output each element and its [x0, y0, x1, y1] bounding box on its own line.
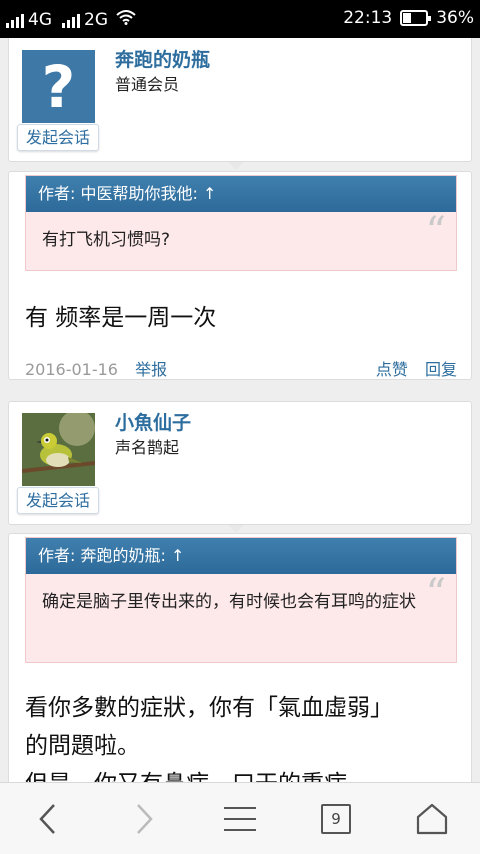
author-card: 发起会话 小魚仙子 声名鹊起	[8, 401, 472, 525]
post-date: 2016-01-16	[25, 360, 118, 379]
reply-link[interactable]: 回复	[425, 360, 457, 379]
quote-text: 有打飞机习惯吗?	[42, 230, 171, 250]
author-role: 普通会员	[115, 75, 180, 94]
question-avatar-icon[interactable]: ?	[22, 50, 95, 123]
like-link[interactable]: 点赞	[376, 360, 408, 379]
bird-avatar[interactable]	[22, 413, 95, 486]
signal-icon	[62, 12, 80, 28]
thread-content: ? 发起会话 奔跑的奶瓶 普通会员 作者: 中医帮助你我他: ↑ “ 有打飞机习…	[0, 38, 480, 782]
network-2g-label: 2G	[84, 9, 108, 30]
post-body: 看你多數的症狀，你有「氣血虛弱」 的問題啦。 但是，你又有鼻病，口干的重病	[25, 689, 465, 782]
start-chat-button[interactable]: 发起会话	[17, 124, 99, 151]
tabs-icon[interactable]: 9	[288, 783, 384, 854]
report-link[interactable]: 举报	[135, 360, 167, 379]
status-bar: 4G 2G 22:13 36%	[0, 0, 480, 38]
home-icon[interactable]	[384, 783, 480, 854]
battery-icon	[400, 10, 432, 26]
quote-block: 作者: 奔跑的奶瓶: ↑ “ 确定是脑子里传出来的，有时候也会有耳鸣的症状	[25, 537, 457, 663]
quote-text: 确定是脑子里传出来的，有时候也会有耳鸣的症状	[42, 592, 416, 612]
quote-block: 作者: 中医帮助你我他: ↑ “ 有打飞机习惯吗?	[25, 175, 457, 271]
battery-percent: 36%	[436, 8, 474, 28]
post-body-line: 看你多數的症狀，你有「氣血虛弱」	[25, 695, 393, 721]
forward-icon[interactable]	[96, 783, 192, 854]
author-role: 声名鹊起	[115, 438, 180, 457]
card-pointer	[228, 525, 244, 533]
tab-count: 9	[321, 804, 351, 834]
card-pointer	[228, 162, 244, 170]
author-card: ? 发起会话 奔跑的奶瓶 普通会员	[8, 38, 472, 162]
menu-icon[interactable]	[192, 783, 288, 854]
author-name[interactable]: 小魚仙子	[115, 408, 191, 435]
post-meta: 2016-01-16 举报 点赞 回复	[25, 356, 457, 380]
back-icon[interactable]	[0, 783, 96, 854]
network-4g-label: 4G	[28, 9, 52, 30]
start-chat-button[interactable]: 发起会话	[17, 487, 99, 514]
quote-author[interactable]: 作者: 奔跑的奶瓶: ↑	[26, 538, 456, 574]
quote-mark-icon: “	[425, 209, 446, 255]
post: 作者: 中医帮助你我他: ↑ “ 有打飞机习惯吗? 有 频率是一周一次 2016…	[8, 171, 472, 380]
clock: 22:13	[343, 8, 393, 28]
signal-icon	[6, 12, 24, 28]
author-name[interactable]: 奔跑的奶瓶	[115, 45, 210, 72]
quote-author[interactable]: 作者: 中医帮助你我他: ↑	[26, 176, 456, 212]
post-body-line: 的問題啦。	[25, 733, 140, 759]
quote-mark-icon: “	[425, 571, 446, 617]
post-body: 有 频率是一周一次	[25, 305, 217, 331]
post: 作者: 奔跑的奶瓶: ↑ “ 确定是脑子里传出来的，有时候也会有耳鸣的症状 看你…	[8, 533, 472, 782]
post-body-line: 但是，你又有鼻病，口干的重病	[25, 765, 465, 782]
wifi-icon	[116, 9, 136, 30]
browser-toolbar: 9	[0, 782, 480, 854]
